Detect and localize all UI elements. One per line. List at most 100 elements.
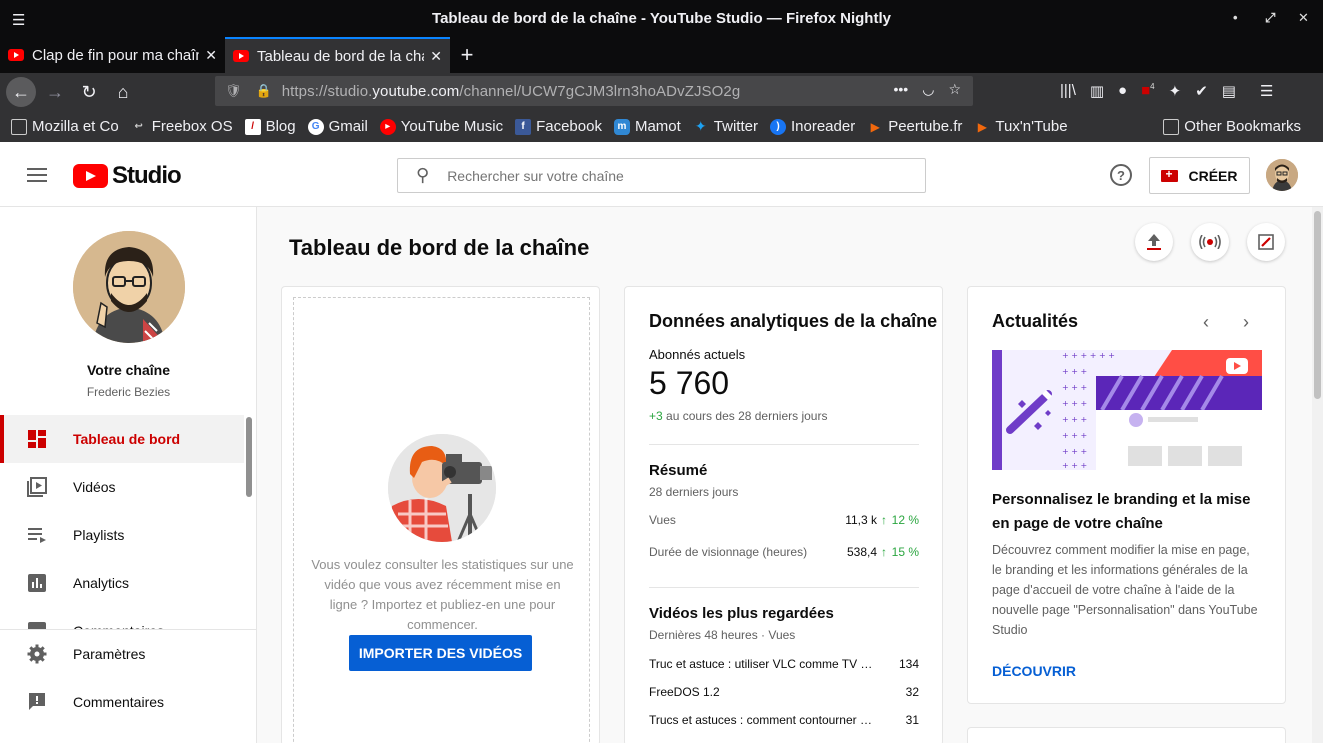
create-button[interactable]: CRÉER xyxy=(1149,157,1250,194)
sidebar-item-label: Tableau de bord xyxy=(73,431,181,447)
top-video-row[interactable]: Trucs et astuces : comment contourner … … xyxy=(649,713,919,727)
bookmark-inoreader[interactable]: ) Inoreader xyxy=(769,118,855,135)
studio-logo[interactable]: Studio xyxy=(73,162,182,190)
bookmark-peertube[interactable]: ▶ Peertube.fr xyxy=(867,118,963,135)
url-bar[interactable]: 🛡 🔒 https://studio.youtube.com/channel/U… xyxy=(215,76,973,106)
chevron-left-icon[interactable]: ‹ xyxy=(1203,312,1209,333)
metric-views-row[interactable]: Vues 11,3 k ↑ 12 % xyxy=(649,513,919,527)
search-input[interactable] xyxy=(447,167,868,184)
back-icon[interactable]: ← xyxy=(6,77,36,107)
bookmark-facebook[interactable]: f Facebook xyxy=(515,118,602,135)
bookmark-tuxntube[interactable]: ▶ Tux'n'Tube xyxy=(974,118,1068,135)
page-scrollbar[interactable] xyxy=(1312,207,1323,743)
sidebar-item-playlists[interactable]: Playlists xyxy=(0,511,244,559)
folder-icon xyxy=(11,118,27,135)
tab-label: Clap de fin pour ma chaîne xyxy=(32,46,200,64)
youtube-logo-icon xyxy=(73,164,108,188)
create-post-icon[interactable] xyxy=(1247,223,1285,261)
dashboard-main: Tableau de bord de la chaîne Vous voulez… xyxy=(257,207,1312,743)
close-tab-icon[interactable]: ✕ xyxy=(205,47,217,64)
bookmark-star-icon[interactable]: ☆ xyxy=(948,81,961,98)
sidebar-item-analytics[interactable]: Analytics xyxy=(0,559,244,607)
bookmark-freebox[interactable]: ↩ Freebox OS xyxy=(131,118,233,135)
minimize-icon[interactable]: • xyxy=(1233,10,1238,25)
sidebar-item-dashboard[interactable]: Tableau de bord xyxy=(0,415,244,463)
url-text[interactable]: https://studio.youtube.com/channel/UCW7g… xyxy=(282,83,741,100)
sidebar-scrollbar[interactable] xyxy=(246,417,252,497)
menu-icon[interactable]: ☰ xyxy=(12,11,25,29)
page-actions-icon[interactable]: ••• xyxy=(894,81,909,98)
sidebar-nav: Tableau de bord Vidéos Playlists Analyti… xyxy=(0,415,244,655)
sidebar-toggle-icon[interactable]: ▥ xyxy=(1090,82,1104,100)
close-window-icon[interactable]: ✕ xyxy=(1298,10,1309,26)
subscribers-label: Abonnés actuels xyxy=(649,347,746,362)
bookmark-youtube-music[interactable]: ▸ YouTube Music xyxy=(379,118,503,135)
tab-strip: Clap de fin pour ma chaîne ✕ Tableau de … xyxy=(0,37,1323,73)
bookmark-mozilla[interactable]: Mozilla et Co xyxy=(11,118,119,135)
google-icon: G xyxy=(307,118,324,135)
tab-label: Tableau de bord de la chaîne xyxy=(257,47,424,65)
upload-dropzone[interactable]: Vous voulez consulter les statistiques s… xyxy=(293,297,590,743)
channel-name: Frederic Bezies xyxy=(86,385,171,399)
sidebar-item-label: Analytics xyxy=(73,575,130,591)
account-icon[interactable]: ● xyxy=(1118,82,1127,100)
upload-icon[interactable] xyxy=(1135,223,1173,261)
trend-up-icon: ↑ xyxy=(881,513,887,527)
avatar-portrait-icon xyxy=(1266,159,1298,191)
extension-check-icon[interactable]: ✔ xyxy=(1195,82,1208,100)
channel-search[interactable]: ⚲ xyxy=(397,158,926,193)
chevron-right-icon[interactable]: › xyxy=(1243,312,1249,333)
lock-icon[interactable]: 🔒 xyxy=(256,83,272,99)
ublock-icon[interactable]: ■4 xyxy=(1141,82,1155,100)
feedback-icon xyxy=(27,692,47,712)
forward-icon[interactable]: → xyxy=(40,77,70,107)
account-avatar[interactable] xyxy=(1266,159,1298,191)
peertube-icon: ▶ xyxy=(870,119,880,134)
shield-icon[interactable]: 🛡 xyxy=(225,83,242,99)
top-video-row[interactable]: FreeDOS 1.2 32 xyxy=(649,685,919,699)
page-title: Tableau de bord de la chaîne xyxy=(289,235,590,260)
close-tab-icon[interactable]: ✕ xyxy=(430,48,442,65)
top-video-row[interactable]: Truc et astuce : utiliser VLC comme TV …… xyxy=(649,657,919,671)
videographer-illustration xyxy=(388,434,496,542)
tab-dashboard[interactable]: Tableau de bord de la chaîne ✕ xyxy=(225,37,450,73)
new-tab-icon[interactable]: + xyxy=(450,37,484,73)
hamburger-menu-icon[interactable] xyxy=(27,168,47,182)
sidebar-item-label: Vidéos xyxy=(73,479,116,495)
library-icon[interactable]: |||\ xyxy=(1060,82,1076,100)
bookmark-mamot[interactable]: m Mamot xyxy=(613,118,681,135)
home-icon[interactable]: ⌂ xyxy=(108,77,138,107)
dashboard-icon xyxy=(27,429,47,449)
news-title: Actualités xyxy=(992,311,1079,331)
maximize-icon[interactable]: ⤢ xyxy=(1265,10,1275,26)
bookmark-blog[interactable]: / Blog xyxy=(244,118,296,135)
twitter-icon: ✦ xyxy=(694,118,707,134)
channel-avatar[interactable] xyxy=(73,231,185,343)
bookmark-twitter[interactable]: ✦ Twitter xyxy=(693,118,758,135)
divider xyxy=(649,587,919,588)
go-live-icon[interactable] xyxy=(1191,223,1229,261)
bookmark-gmail[interactable]: G Gmail xyxy=(307,118,368,135)
subscribers-count: 5 760 xyxy=(649,365,730,401)
video-views: 32 xyxy=(905,685,919,699)
metric-watchtime-row[interactable]: Durée de visionnage (heures) 538,4 ↑ 15 … xyxy=(649,545,919,559)
help-icon[interactable]: ? xyxy=(1110,164,1132,186)
reload-icon[interactable]: ↻ xyxy=(74,77,104,107)
sidebar-item-settings[interactable]: Paramètres xyxy=(0,630,256,678)
tab-clap-de-fin[interactable]: Clap de fin pour ma chaîne ✕ xyxy=(0,37,225,73)
pocket-icon[interactable]: ◡ xyxy=(922,81,934,98)
avatar-portrait-icon xyxy=(73,231,185,343)
playlists-icon xyxy=(27,525,47,545)
discover-link[interactable]: DÉCOUVRIR xyxy=(992,663,1076,679)
logo-text: Studio xyxy=(112,162,182,189)
metric-change: 12 % xyxy=(891,513,919,527)
extension-icon[interactable]: ✦ xyxy=(1169,82,1182,100)
reader-icon[interactable]: ▤ xyxy=(1222,82,1236,100)
channel-title: Votre chaîne xyxy=(87,362,170,378)
scrollbar-thumb[interactable] xyxy=(1314,211,1321,399)
other-bookmarks[interactable]: Other Bookmarks xyxy=(1163,118,1301,135)
app-menu-icon[interactable]: ☰ xyxy=(1260,82,1273,100)
import-videos-button[interactable]: IMPORTER DES VIDÉOS xyxy=(349,635,532,671)
sidebar-item-videos[interactable]: Vidéos xyxy=(0,463,244,511)
sidebar-item-feedback[interactable]: Commentaires xyxy=(0,678,256,726)
